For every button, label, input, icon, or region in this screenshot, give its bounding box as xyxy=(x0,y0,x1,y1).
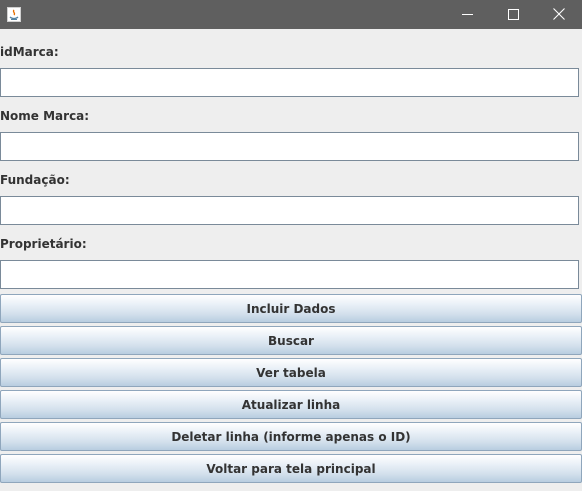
idmarca-label: idMarca: xyxy=(0,45,59,59)
minimize-button[interactable] xyxy=(444,0,490,29)
idmarca-input[interactable] xyxy=(0,68,579,97)
proprietario-input[interactable] xyxy=(0,260,579,289)
close-icon xyxy=(553,5,565,24)
fundacao-input[interactable] xyxy=(0,196,579,225)
incluir-dados-button[interactable]: Incluir Dados xyxy=(0,294,582,323)
title-bar[interactable] xyxy=(0,0,582,29)
proprietario-label: Proprietário: xyxy=(0,237,87,251)
maximize-button[interactable] xyxy=(490,0,536,29)
close-button[interactable] xyxy=(536,0,582,29)
nome-marca-input[interactable] xyxy=(0,132,579,161)
atualizar-linha-button[interactable]: Atualizar linha xyxy=(0,390,582,419)
minimize-icon xyxy=(461,5,473,24)
deletar-linha-button[interactable]: Deletar linha (informe apenas o ID) xyxy=(0,422,582,451)
maximize-icon xyxy=(507,5,519,24)
ver-tabela-button[interactable]: Ver tabela xyxy=(0,358,582,387)
java-icon[interactable] xyxy=(7,7,21,22)
voltar-tela-principal-button[interactable]: Voltar para tela principal xyxy=(0,454,582,483)
nome-marca-label: Nome Marca: xyxy=(0,109,90,123)
fundacao-label: Fundação: xyxy=(0,173,70,187)
buscar-button[interactable]: Buscar xyxy=(0,326,582,355)
